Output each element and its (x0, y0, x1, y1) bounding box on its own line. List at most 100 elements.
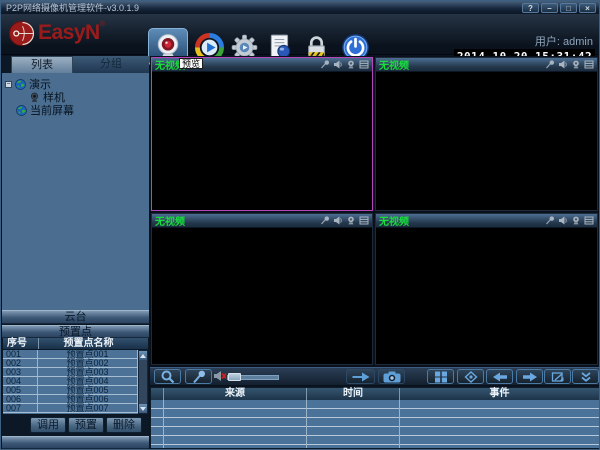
column-divider (399, 400, 400, 448)
preset-scrollbar[interactable] (138, 350, 148, 414)
device-tree: − 演示 样机 (2, 73, 149, 310)
column-header-blank (151, 388, 163, 400)
preset-name: 预置点006 (38, 395, 138, 403)
column-header-source: 来源 (163, 388, 306, 400)
preset-id: 004 (3, 377, 38, 385)
collapse-icon (579, 371, 593, 383)
maximize-button[interactable]: □ (560, 3, 577, 13)
tree-item-demo[interactable]: − 演示 (2, 78, 149, 90)
layout-icon[interactable] (359, 60, 369, 69)
webcam-icon[interactable] (571, 60, 581, 69)
tree-item-camera[interactable]: 样机 (2, 91, 149, 103)
pan-tilt-button[interactable] (457, 369, 484, 384)
video-display-area[interactable] (152, 228, 372, 364)
minimize-button[interactable]: – (541, 3, 558, 13)
layout-icon[interactable] (359, 216, 369, 225)
scroll-down-button[interactable] (139, 404, 147, 413)
snapshot-icon (383, 371, 401, 383)
volume-slider-handle[interactable] (228, 373, 241, 381)
preset-table-header: 序号 预置点名称 (3, 338, 148, 350)
call-preset-button[interactable]: 调用 (30, 417, 66, 433)
webcam-icon[interactable] (346, 60, 356, 69)
speaker-muted-icon[interactable] (213, 370, 227, 382)
prev-icon (492, 372, 508, 382)
tab-list[interactable]: 列表 (11, 56, 73, 73)
close-button[interactable]: × (579, 3, 596, 13)
video-panel-4[interactable]: 无视频 (375, 213, 598, 365)
preset-table: 序号 预置点名称 001 预置点001 002 预置点002 003 预置点00… (3, 338, 148, 414)
cycle-icon (551, 371, 565, 383)
grid-layout-button[interactable] (427, 369, 454, 384)
delete-preset-button[interactable]: 删除 (106, 417, 142, 433)
zoom-icon (160, 370, 176, 384)
mic-icon[interactable] (320, 60, 330, 69)
layout-icon[interactable] (584, 216, 594, 225)
brand-logo: EasyN ® (8, 20, 105, 47)
column-header-index: 序号 (3, 338, 39, 349)
speaker-icon[interactable] (333, 60, 343, 69)
tree-item-current-screen[interactable]: 当前屏幕 (2, 104, 149, 116)
table-row (151, 436, 599, 445)
video-grid: 无视频 预览 无视频 (150, 56, 600, 367)
event-log-table: 来源 时间 事件 (150, 387, 600, 449)
panel-header-icons (320, 216, 369, 225)
preset-panel-button[interactable]: 预置点 (2, 325, 149, 338)
table-row (151, 418, 599, 427)
video-panel-header: 无视频 (152, 214, 372, 228)
table-row[interactable]: 007 预置点007 (3, 404, 138, 413)
speaker-icon[interactable] (558, 60, 568, 69)
tab-group[interactable]: 分组 (73, 56, 149, 73)
event-table-header: 来源 时间 事件 (151, 388, 599, 400)
preset-id: 006 (3, 395, 38, 403)
video-panel-header: 无视频 (376, 214, 597, 228)
video-panel-1-selected[interactable]: 无视频 预览 (151, 57, 373, 211)
column-header-event: 事件 (399, 388, 599, 400)
speaker-icon[interactable] (333, 216, 343, 225)
speaker-icon[interactable] (558, 216, 568, 225)
scroll-up-button[interactable] (139, 351, 147, 360)
column-header-time: 时间 (306, 388, 399, 400)
panel-header-icons (320, 60, 369, 69)
preset-name: 预置点005 (38, 386, 138, 394)
video-panel-header: 无视频 (376, 58, 597, 72)
globe-icon (15, 79, 26, 90)
main-toolbar: EasyN ® (1, 14, 599, 55)
column-header-name: 预置点名称 (39, 338, 138, 349)
pan-tilt-panel-button[interactable]: 云台 (2, 310, 149, 324)
collapse-button[interactable] (572, 369, 599, 384)
camera-icon (29, 92, 40, 103)
title-bar: P2P网络摄像机管理软件-v3.0.1.9 ? – □ × (1, 1, 599, 14)
event-table-body[interactable] (151, 400, 599, 448)
preview-tooltip: 预览 (179, 58, 203, 69)
talk-mic-icon (191, 370, 207, 384)
mic-icon[interactable] (545, 216, 555, 225)
video-display-area[interactable] (376, 228, 597, 364)
collapse-icon[interactable]: − (5, 81, 12, 88)
brand-name: EasyN (38, 20, 100, 46)
cycle-button[interactable] (544, 369, 571, 384)
window-title: P2P网络摄像机管理软件-v3.0.1.9 (6, 1, 139, 14)
video-panel-2[interactable]: 无视频 (375, 57, 598, 211)
record-button[interactable] (346, 369, 375, 384)
help-button[interactable]: ? (522, 3, 539, 13)
video-display-area[interactable] (376, 72, 597, 210)
webcam-icon[interactable] (346, 216, 356, 225)
grid-icon (434, 371, 448, 383)
video-display-area[interactable] (152, 72, 372, 210)
zoom-button[interactable] (154, 369, 181, 384)
no-video-label: 无视频 (379, 213, 409, 228)
webcam-icon[interactable] (571, 216, 581, 225)
mic-icon[interactable] (545, 60, 555, 69)
snapshot-button[interactable] (378, 369, 405, 384)
preset-id: 005 (3, 386, 38, 394)
table-row (151, 400, 599, 409)
column-divider (163, 400, 164, 448)
next-button[interactable] (516, 369, 543, 384)
talk-button[interactable] (185, 369, 212, 384)
collapsed-panel-bar[interactable] (2, 436, 149, 449)
prev-button[interactable] (486, 369, 513, 384)
video-panel-3[interactable]: 无视频 (151, 213, 373, 365)
layout-icon[interactable] (584, 60, 594, 69)
set-preset-button[interactable]: 预置 (68, 417, 104, 433)
mic-icon[interactable] (320, 216, 330, 225)
